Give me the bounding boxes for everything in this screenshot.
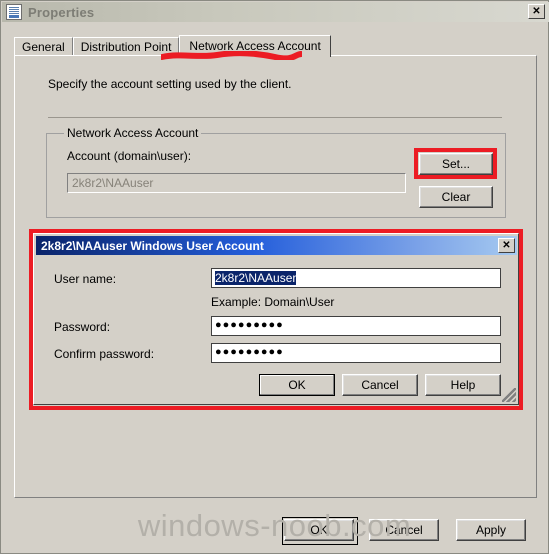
apply-button[interactable]: Apply: [456, 519, 526, 541]
tabstrip: General Distribution Point Network Acces…: [14, 35, 331, 57]
close-icon[interactable]: ✕: [528, 4, 545, 19]
inner-help-button[interactable]: Help: [425, 374, 501, 396]
windows-user-account-dialog: 2k8r2\NAAuser Windows User Account ✕ Use…: [33, 233, 519, 405]
resize-grip-icon[interactable]: [502, 388, 516, 402]
inner-dialog-titlebar: 2k8r2\NAAuser Windows User Account ✕: [36, 236, 517, 255]
screenshot-root: Properties ✕ General Distribution Point …: [0, 0, 549, 554]
username-value: 2k8r2\NAAuser: [215, 271, 297, 285]
inner-dialog-title: 2k8r2\NAAuser Windows User Account: [41, 238, 264, 253]
clear-button[interactable]: Clear: [419, 186, 493, 208]
confirm-password-label: Confirm password:: [54, 347, 155, 361]
tab-general[interactable]: General: [14, 37, 73, 56]
password-label: Password:: [54, 320, 111, 334]
window-title: Properties: [28, 4, 95, 20]
account-label: Account (domain\user):: [67, 149, 192, 163]
window-titlebar: Properties ✕: [2, 2, 549, 22]
properties-icon: [6, 4, 22, 20]
group-legend: Network Access Account: [64, 126, 202, 140]
inner-cancel-button[interactable]: Cancel: [342, 374, 418, 396]
cancel-button[interactable]: Cancel: [369, 519, 439, 541]
tab-distribution-point[interactable]: Distribution Point: [72, 37, 180, 56]
tab-network-access-account[interactable]: Network Access Account: [179, 35, 331, 57]
confirm-password-input[interactable]: ●●●●●●●●●: [211, 343, 501, 363]
username-input[interactable]: 2k8r2\NAAuser: [211, 268, 501, 288]
intro-text: Specify the account setting used by the …: [48, 77, 292, 91]
username-label: User name:: [54, 272, 117, 286]
ok-button[interactable]: OK: [282, 517, 358, 545]
separator: [48, 117, 502, 118]
account-input: 2k8r2\NAAuser: [67, 173, 406, 193]
set-button[interactable]: Set...: [419, 153, 493, 175]
password-input[interactable]: ●●●●●●●●●: [211, 316, 501, 336]
inner-ok-button[interactable]: OK: [259, 374, 335, 396]
username-hint: Example: Domain\User: [211, 295, 335, 309]
inner-close-icon[interactable]: ✕: [498, 238, 515, 253]
